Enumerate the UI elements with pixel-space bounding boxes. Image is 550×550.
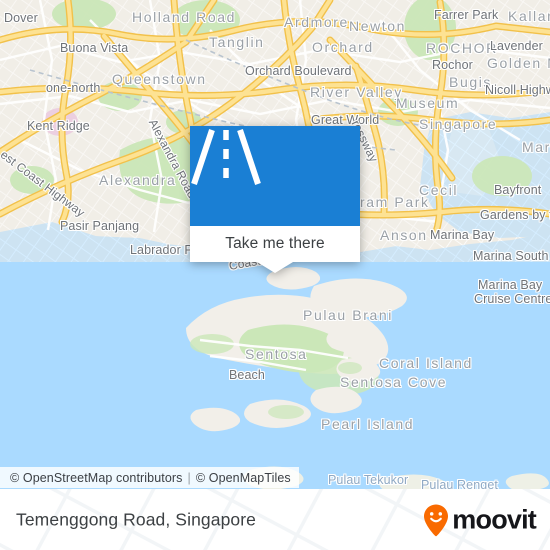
moovit-map-screenshot: Dover Holland Road Ardmore Newton Farrer Par… (0, 0, 550, 550)
moovit-logo[interactable]: moovit (423, 503, 537, 536)
take-me-there-label: Take me there (225, 235, 325, 252)
map-canvas[interactable]: Dover Holland Road Ardmore Newton Farrer Par… (0, 0, 550, 489)
attribution-omt-link[interactable]: © OpenMapTiles (196, 471, 291, 485)
popup-pointer (257, 262, 293, 273)
footer-bar: Temenggong Road, Singapore moovit (0, 489, 550, 550)
moovit-wordmark: moovit (452, 504, 537, 534)
map-attribution: © OpenStreetMap contributors | © OpenMap… (0, 467, 299, 488)
attribution-osm-link[interactable]: © OpenStreetMap contributors (10, 471, 183, 485)
page-title: Temenggong Road, Singapore (16, 509, 256, 529)
popup-image (190, 126, 360, 226)
location-popup-card[interactable]: Take me there (190, 126, 360, 273)
moovit-pin-icon (424, 504, 449, 536)
take-me-there-button[interactable]: Take me there (190, 226, 360, 262)
attribution-separator: | (187, 470, 191, 485)
road-icon (191, 129, 261, 185)
